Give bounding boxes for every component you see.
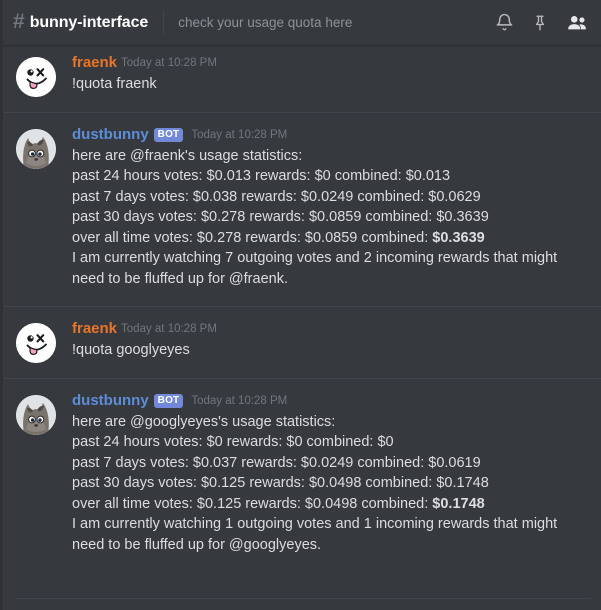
channel-topic[interactable]: check your usage quota here <box>178 15 483 30</box>
member-list-icon[interactable] <box>566 12 588 34</box>
message-line-text: past 7 days votes: $0.037 rewards: $0.02… <box>72 454 481 471</box>
pinned-messages-icon[interactable] <box>531 14 549 32</box>
message-line: past 24 hours votes: $0.013 rewards: $0 … <box>72 166 591 187</box>
message-line-emphasis: $0.1748 <box>432 495 485 512</box>
message-group: dustbunny BOT Today at 10:28 PM here are @g… <box>0 377 601 561</box>
message-line-text: here are @googlyeyes's usage statistics: <box>72 413 336 430</box>
fraenk-avatar[interactable] <box>16 323 56 363</box>
message-line: past 30 days votes: $0.278 rewards: $0.0… <box>72 207 591 228</box>
message-line-emphasis: $0.3639 <box>432 229 485 246</box>
message-line-text: past 24 hours votes: $0.013 rewards: $0 … <box>72 168 451 184</box>
bottom-divider <box>16 598 591 599</box>
message-group: fraenk Today at 10:28 PM !quota fraenk <box>0 53 601 100</box>
header-vertical-divider <box>163 10 165 35</box>
message-line-text: !quota googlyeyes <box>72 342 190 358</box>
message-line-text: past 30 days votes: $0.278 rewards: $0.0… <box>72 209 489 225</box>
message-row: dustbunny BOT Today at 10:28 PM here are @f… <box>16 126 591 293</box>
channel-name[interactable]: bunny-interface <box>30 14 149 32</box>
fraenk-avatar[interactable] <box>16 57 56 97</box>
message-group: fraenk Today at 10:28 PM !quota googlyeyes <box>0 306 601 366</box>
dustbunny-avatar[interactable] <box>16 394 56 435</box>
message-line-text: past 7 days votes: $0.038 rewards: $0.02… <box>72 188 481 205</box>
message-header: dustbunny BOT Today at 10:28 PM <box>72 392 591 411</box>
dustbunny-avatar[interactable] <box>16 128 56 169</box>
message-line: !quota fraenk <box>72 74 591 95</box>
message-line: I am currently watching 1 outgoing votes… <box>72 514 591 555</box>
message-body: fraenk Today at 10:28 PM !quota googlyeyes <box>72 320 591 361</box>
message-line: over all time votes: $0.125 rewards: $0.… <box>72 494 591 515</box>
message-line: past 7 days votes: $0.037 rewards: $0.02… <box>72 453 591 474</box>
bot-badge: BOT <box>153 393 184 408</box>
message-line-text: !quota fraenk <box>72 76 157 92</box>
bot-badge: BOT <box>153 127 184 142</box>
message-line-text: I am currently watching 1 outgoing votes… <box>72 516 558 553</box>
message-timestamp: Today at 10:28 PM <box>191 394 288 407</box>
message-timestamp: Today at 10:28 PM <box>121 57 217 69</box>
message-author-name[interactable]: fraenk <box>72 320 117 337</box>
message-row: dustbunny BOT Today at 10:28 PM here are @g… <box>16 392 591 559</box>
message-body: dustbunny BOT Today at 10:28 PM here are @g… <box>72 392 591 556</box>
message-timestamp: Today at 10:28 PM <box>121 323 217 335</box>
message-line-text: over all time votes: $0.278 rewards: $0.… <box>72 229 433 246</box>
message-line: here are @googlyeyes's usage statistics: <box>72 412 591 433</box>
message-line: I am currently watching 7 outgoing votes… <box>72 248 591 289</box>
message-line: past 7 days votes: $0.038 rewards: $0.02… <box>72 187 591 208</box>
message-author-name[interactable]: fraenk <box>72 54 117 71</box>
message-body: dustbunny BOT Today at 10:28 PM here are @f… <box>72 126 591 290</box>
message-header: dustbunny BOT Today at 10:28 PM <box>72 126 591 145</box>
message-line-text: past 24 hours votes: $0 rewards: $0 comb… <box>72 434 394 450</box>
channel-header: # bunny-interface check your usage quota… <box>0 0 601 45</box>
message-author-name[interactable]: dustbunny <box>72 392 149 409</box>
message-row: fraenk Today at 10:28 PM !quota googlyeyes <box>16 320 591 364</box>
header-icon-group <box>495 12 588 34</box>
message-line-text: here are @fraenk's usage statistics: <box>72 147 303 164</box>
message-list[interactable]: fraenk Today at 10:28 PM !quota fraenk dust… <box>0 45 601 610</box>
message-author-name[interactable]: dustbunny <box>72 126 149 143</box>
channel-sidebar-sliver <box>0 0 3 610</box>
notifications-bell-icon[interactable] <box>495 13 514 32</box>
message-line-text: over all time votes: $0.125 rewards: $0.… <box>72 495 433 512</box>
message-line: here are @fraenk's usage statistics: <box>72 146 591 167</box>
message-line: !quota googlyeyes <box>72 340 591 361</box>
discord-app-window: # bunny-interface check your usage quota… <box>0 0 601 610</box>
message-header: fraenk Today at 10:28 PM <box>72 320 591 339</box>
message-body: fraenk Today at 10:28 PM !quota fraenk <box>72 54 591 95</box>
message-row: fraenk Today at 10:28 PM !quota fraenk <box>16 54 591 98</box>
message-line-text: I am currently watching 7 outgoing votes… <box>72 250 558 287</box>
message-line: past 24 hours votes: $0 rewards: $0 comb… <box>72 432 591 453</box>
message-line: over all time votes: $0.278 rewards: $0.… <box>72 228 591 249</box>
message-timestamp: Today at 10:28 PM <box>191 128 288 141</box>
message-group: dustbunny BOT Today at 10:28 PM here are @f… <box>0 111 601 295</box>
message-header: fraenk Today at 10:28 PM <box>72 54 591 73</box>
channel-hash-icon: # <box>13 10 25 33</box>
message-line: past 30 days votes: $0.125 rewards: $0.0… <box>72 473 591 494</box>
message-line-text: past 30 days votes: $0.125 rewards: $0.0… <box>72 475 489 491</box>
